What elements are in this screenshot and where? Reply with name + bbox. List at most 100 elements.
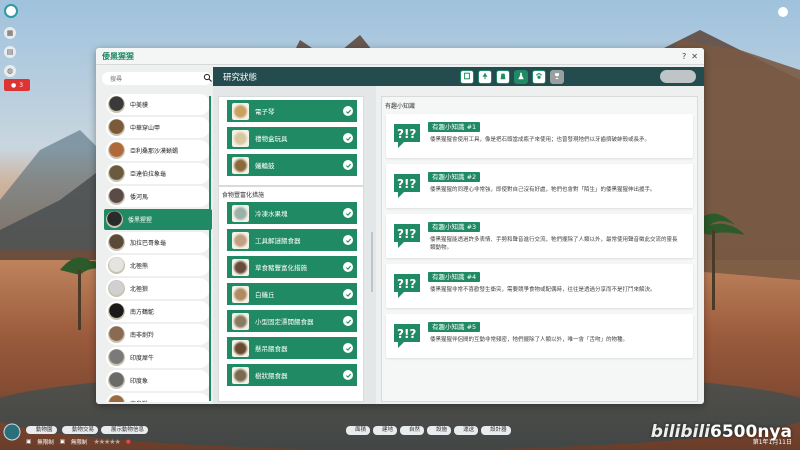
budget-row: ▣ 無限制 ▣ 無限制 ★★★★★ ● (26, 438, 131, 446)
species-list-item[interactable]: 中華穿山甲 (106, 117, 210, 138)
species-avatar (108, 119, 125, 136)
species-list-item[interactable]: 南方鶴鴕 (106, 301, 210, 322)
research-item-thumbnail (232, 258, 249, 276)
bottom-pill-button[interactable]: 動物園 (26, 426, 57, 434)
research-item-thumbnail (232, 231, 249, 249)
research-item[interactable]: 樹狀餵食器 (227, 364, 357, 386)
window-title: 倭黑猩猩 (102, 51, 134, 61)
build-tab-button[interactable]: 建地 (373, 426, 398, 435)
research-item[interactable]: 蟻輪鼓 (227, 154, 357, 176)
species-list-item[interactable]: 印度象 (106, 370, 210, 391)
person-icon: ● (10, 81, 17, 89)
guest-count: 3 (19, 81, 24, 89)
research-item-thumbnail (232, 102, 249, 120)
watermark: bilibili6500nya (651, 422, 792, 442)
build-tab-button[interactable]: 設施 (427, 426, 452, 435)
research-item-thumbnail (232, 204, 249, 222)
svg-text:?!?: ?!? (397, 327, 416, 341)
species-list-item[interactable]: 文鳥羚 (106, 393, 210, 402)
fun-fact-text: 倭黑猩猩非常不喜歡發生衝突，需要競爭食物或配偶時，往往是透過分享而不是打鬥來解決… (430, 287, 656, 293)
research-item[interactable]: 草食豬豐富化措施 (227, 256, 357, 278)
species-list-item[interactable]: 北極熊 (106, 255, 210, 276)
species-avatar (108, 142, 125, 159)
calendar-icon[interactable]: ▦ (4, 27, 16, 39)
check-icon (343, 343, 353, 353)
fun-fact-card: ?!? 有趣小知識 #2 倭黑猩猩的同理心非常強，即使對自己沒有好處，牠們也會對「陌… (386, 164, 693, 208)
species-list: 中美貘 中華穿山甲亞利桑那沙漠蜥蜴亞達伯拉象龜 倭河馬 倭黑猩猩 加拉巴哥象龜 北極熊 北極… (100, 92, 212, 402)
search-input[interactable]: 搜尋 (102, 72, 212, 85)
species-name: 南非劍羚 (130, 332, 155, 339)
close-button[interactable]: ✕ (691, 52, 698, 61)
check-icon (343, 235, 353, 245)
species-list-item[interactable]: 倭黑猩猩 (104, 209, 212, 230)
build-tab-button[interactable]: 面積 (346, 426, 371, 435)
species-list-scrollbar[interactable] (209, 96, 211, 401)
zoo-rating-icon[interactable] (3, 423, 21, 441)
species-window: 倭黑猩猩 ? ✕ 搜尋 中美貘 中華穿山甲 亞利桑那沙漠蜥蜴 亞達伯拉象龜 倭河馬 倭黑猩… (96, 48, 704, 404)
build-tab-button[interactable]: 自然 (400, 426, 425, 435)
bottom-pill-button[interactable]: 動物交易 (62, 426, 99, 434)
top-right-indicator[interactable] (778, 7, 788, 17)
species-name: 文鳥羚 (130, 399, 148, 402)
search-placeholder: 搜尋 (110, 76, 123, 83)
species-avatar (108, 165, 125, 182)
species-list-item[interactable]: 加拉巴哥象龜 (106, 232, 210, 253)
research-item-thumbnail (232, 366, 249, 384)
bottom-pill-button[interactable]: 展示動物信息 (101, 426, 149, 434)
zoo-logo-icon[interactable] (4, 4, 18, 18)
fun-fact-title: 有趣小知識 #2 (428, 172, 481, 182)
species-name: 亞利桑那沙漠蜥蜴 (130, 148, 179, 155)
clipboard-icon[interactable]: ▤ (4, 46, 16, 58)
species-avatar (108, 326, 125, 343)
species-avatar (108, 234, 125, 251)
settings-icon[interactable]: ◍ (4, 65, 16, 77)
alert-icon[interactable]: ● (126, 439, 131, 445)
left-hud: ▦ ▤ ◍ (4, 4, 20, 84)
build-tab-button[interactable]: 設計器 (481, 426, 511, 435)
research-item[interactable]: 禮物盒玩具 (227, 127, 357, 149)
guest-alert-badge[interactable]: ● 3 (4, 79, 30, 91)
species-avatar (108, 303, 125, 320)
species-list-item[interactable]: 北極狼 (106, 278, 210, 299)
window-titlebar: 倭黑猩猩 ? ✕ (96, 48, 704, 65)
research-item-thumbnail (232, 129, 249, 147)
species-avatar (108, 96, 125, 113)
research-item[interactable]: 小型固定漂開餵食器 (227, 310, 357, 332)
species-list-item[interactable]: 亞達伯拉象龜 (106, 163, 210, 184)
research-item[interactable]: 冷凍水果塊 (227, 202, 357, 224)
species-avatar (106, 211, 123, 228)
book-icon (463, 72, 471, 82)
check-icon (343, 289, 353, 299)
species-list-item[interactable]: 倭河馬 (106, 186, 210, 207)
build-tab-button[interactable]: 運送 (454, 426, 479, 435)
species-list-item[interactable]: 南非劍羚 (106, 324, 210, 345)
check-icon (343, 316, 353, 326)
species-list-item[interactable]: 亞利桑那沙漠蜥蜴 (106, 140, 210, 161)
tab-food-sack[interactable] (496, 69, 510, 84)
fun-fact-card: ?!? 有趣小知識 #4 倭黑猩猩非常不喜歡發生衝突，需要競爭食物或配偶時，往往是透… (386, 264, 693, 308)
research-item[interactable]: 工具解謎餵食器 (227, 229, 357, 251)
species-list-item[interactable]: 印度犀牛 (106, 347, 210, 368)
species-avatar (108, 188, 125, 205)
help-button[interactable]: ? (682, 52, 686, 61)
research-item[interactable]: 懸吊餵食器 (227, 337, 357, 359)
research-item-name: 白蟻丘 (255, 291, 275, 299)
food-sack-icon (499, 72, 507, 82)
research-item[interactable]: 電子琴 (227, 100, 357, 122)
lock-toggle[interactable] (660, 70, 696, 83)
fun-facts-panel: 有趣小知識 ?!? 有趣小知識 #1 倭黑猩猩會使用工具，像是把石頭當成瓶子來使用；… (381, 96, 698, 402)
tab-trophy (550, 69, 564, 84)
tab-book[interactable] (460, 69, 474, 84)
budget-value: 無限制 (37, 440, 54, 446)
research-item-name: 小型固定漂開餵食器 (255, 318, 314, 326)
column-scrollbar[interactable] (371, 232, 373, 292)
fun-fact-title: 有趣小知識 #1 (428, 122, 481, 132)
tab-tree[interactable] (478, 69, 492, 84)
species-list-item[interactable]: 中美貘 (106, 94, 210, 115)
tab-paw[interactable] (532, 69, 546, 84)
tab-flask[interactable] (514, 69, 528, 84)
research-item[interactable]: 白蟻丘 (227, 283, 357, 305)
search-icon[interactable] (203, 73, 213, 83)
lock-icon: ▣ (26, 439, 32, 445)
species-name: 印度犀牛 (130, 355, 155, 362)
